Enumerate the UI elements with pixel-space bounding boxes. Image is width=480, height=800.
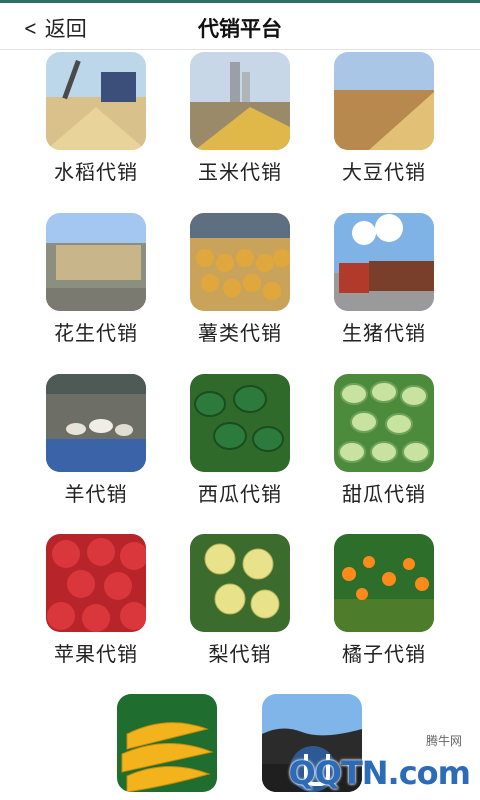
melon-image	[334, 374, 434, 472]
category-tile-potato[interactable]: 薯类代销	[185, 213, 295, 346]
category-label: 玉米代销	[198, 160, 282, 184]
category-tile-orange[interactable]: 橘子代销	[329, 534, 439, 667]
category-tile-pear[interactable]: 梨代销	[185, 534, 295, 667]
peanut-image	[46, 213, 146, 311]
category-label: 苹果代销	[54, 642, 138, 666]
category-tile-peanut[interactable]: 花生代销	[41, 213, 151, 346]
corn-image	[190, 52, 290, 150]
category-tile-rice[interactable]: 水稻代销	[41, 52, 151, 185]
soybean-image	[334, 52, 434, 150]
category-tile-corn[interactable]: 玉米代销	[185, 52, 295, 185]
orange-image	[334, 534, 434, 632]
category-label: 水稻代销	[54, 160, 138, 184]
category-label: 橘子代销	[342, 642, 426, 666]
category-label: 羊代销	[64, 482, 128, 506]
category-label: 生猪代销	[342, 321, 426, 345]
category-tile-pig[interactable]: 生猪代销	[329, 213, 439, 346]
category-tile-soybean[interactable]: 大豆代销	[329, 52, 439, 185]
category-tile-sheep[interactable]: 羊代销	[41, 374, 151, 507]
category-label: 梨代销	[208, 642, 272, 666]
watermelon-image	[190, 374, 290, 472]
category-label: 大豆代销	[342, 160, 426, 184]
pear-image	[190, 534, 290, 632]
potato-image	[190, 213, 290, 311]
sheep-image	[46, 374, 146, 472]
category-label: 薯类代销	[198, 321, 282, 345]
category-tile-coal[interactable]	[257, 694, 367, 798]
top-bar: < 返回 代销平台	[0, 0, 480, 50]
category-label: 花生代销	[54, 321, 138, 345]
rice-image	[46, 52, 146, 150]
watermark-cn: 腾牛网	[425, 734, 462, 748]
category-tile-melon[interactable]: 甜瓜代销	[329, 374, 439, 507]
category-tile-watermelon[interactable]: 西瓜代销	[185, 374, 295, 507]
banana-image	[117, 694, 217, 792]
category-label: 西瓜代销	[198, 482, 282, 506]
category-label: 甜瓜代销	[342, 482, 426, 506]
category-tile-apple[interactable]: 苹果代销	[41, 534, 151, 667]
pig-truck-image	[334, 213, 434, 311]
page-title: 代销平台	[198, 17, 282, 41]
category-tile-banana[interactable]	[112, 694, 222, 798]
coal-image	[262, 694, 362, 792]
apple-image	[46, 534, 146, 632]
